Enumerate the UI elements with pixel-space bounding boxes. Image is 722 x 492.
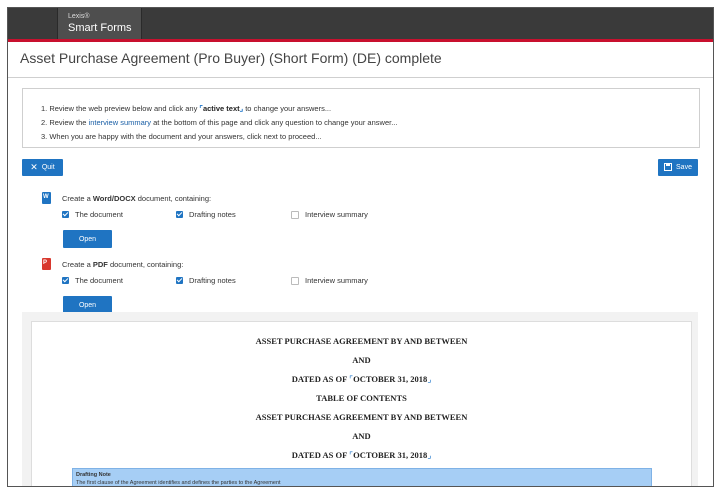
pdf-option-document[interactable]: The document bbox=[62, 276, 123, 285]
instruction-line-3: 3. When you are happy with the document … bbox=[41, 132, 322, 141]
quit-button[interactable]: ✕ Quit bbox=[22, 159, 63, 176]
option-label: Drafting notes bbox=[189, 276, 236, 285]
word-option-drafting-notes[interactable]: Drafting notes bbox=[176, 210, 236, 219]
title-divider bbox=[8, 77, 713, 78]
checkbox-checked[interactable] bbox=[176, 277, 183, 284]
preview-and: AND bbox=[352, 431, 371, 441]
active-text-example: active text bbox=[202, 104, 240, 113]
word-open-button[interactable]: Open bbox=[63, 230, 112, 248]
close-icon: ✕ bbox=[30, 162, 38, 172]
brand-logo[interactable]: Lexis® Smart Forms bbox=[57, 8, 142, 39]
preview-dated-line: DATED AS OF ⌜OCTOBER 31, 2018⌟ bbox=[32, 450, 691, 461]
active-text-end-marker: ⌟ bbox=[427, 374, 432, 384]
checkbox-unchecked[interactable] bbox=[291, 276, 299, 285]
instruction-text: at the bottom of this page and click any… bbox=[151, 118, 398, 127]
pdf-option-interview-summary[interactable]: Interview summary bbox=[291, 276, 368, 285]
pdf-export-section: P Create a PDF document, containing: The… bbox=[38, 258, 458, 318]
top-bar: Lexis® Smart Forms bbox=[8, 8, 713, 42]
document-preview: ASSET PURCHASE AGREEMENT BY AND BETWEEN … bbox=[31, 321, 692, 486]
instructions-panel: 1. Review the web preview below and clic… bbox=[22, 88, 700, 148]
drafting-note-heading: Drafting Note bbox=[76, 472, 111, 478]
save-label: Save bbox=[676, 164, 692, 171]
option-label: The document bbox=[75, 276, 123, 285]
option-label: Drafting notes bbox=[189, 210, 236, 219]
checkbox-checked[interactable] bbox=[176, 211, 183, 218]
pdf-create-text: Create a PDF document, containing: bbox=[62, 260, 183, 269]
instruction-text: to change your answers... bbox=[243, 104, 332, 113]
checkbox-unchecked[interactable] bbox=[291, 210, 299, 219]
interview-summary-link[interactable]: interview summary bbox=[89, 118, 152, 127]
instruction-text: 1. Review the web preview below and clic… bbox=[41, 104, 200, 113]
quit-label: Quit bbox=[41, 164, 55, 171]
checkbox-checked[interactable] bbox=[62, 277, 69, 284]
instruction-line-2: 2. Review the interview summary at the b… bbox=[41, 118, 397, 127]
preview-toc-heading: TABLE OF CONTENTS bbox=[316, 393, 407, 403]
create-text: document, containing: bbox=[135, 194, 212, 203]
preview-heading: ASSET PURCHASE AGREEMENT BY AND BETWEEN bbox=[255, 412, 468, 422]
app-window: Lexis® Smart Forms Asset Purchase Agreem… bbox=[7, 7, 714, 487]
option-label: The document bbox=[75, 210, 123, 219]
preview-heading: ASSET PURCHASE AGREEMENT BY AND BETWEEN bbox=[255, 336, 468, 346]
page-title: Asset Purchase Agreement (Pro Buyer) (Sh… bbox=[20, 50, 442, 66]
checkbox-checked[interactable] bbox=[62, 211, 69, 218]
word-format-label: Word/DOCX bbox=[92, 194, 136, 203]
preview-and: AND bbox=[352, 355, 371, 365]
word-option-document[interactable]: The document bbox=[62, 210, 123, 219]
create-text: Create a bbox=[62, 260, 93, 269]
dated-text: DATED AS OF bbox=[291, 374, 350, 384]
floppy-disk-icon bbox=[664, 162, 673, 173]
brand-name: Smart Forms bbox=[68, 22, 132, 34]
word-option-interview-summary[interactable]: Interview summary bbox=[291, 210, 368, 219]
preview-dated-line: DATED AS OF ⌜OCTOBER 31, 2018⌟ bbox=[32, 374, 691, 385]
option-label: Interview summary bbox=[305, 210, 368, 219]
save-button[interactable]: Save bbox=[658, 159, 698, 176]
brand-small-text: Lexis® bbox=[68, 13, 90, 20]
word-create-text: Create a Word/DOCX document, containing: bbox=[62, 194, 211, 203]
option-label: Interview summary bbox=[305, 276, 368, 285]
word-file-icon: W bbox=[42, 192, 51, 204]
active-date-text[interactable]: OCTOBER 31, 2018 bbox=[353, 374, 427, 384]
instruction-line-1: 1. Review the web preview below and clic… bbox=[41, 104, 331, 113]
create-text: document, containing: bbox=[107, 260, 184, 269]
pdf-format-label: PDF bbox=[92, 260, 108, 269]
create-text: Create a bbox=[62, 194, 93, 203]
word-export-section: W Create a Word/DOCX document, containin… bbox=[38, 192, 458, 252]
dated-text: DATED AS OF bbox=[291, 450, 350, 460]
active-date-text[interactable]: OCTOBER 31, 2018 bbox=[353, 450, 427, 460]
drafting-note-body: The first clause of the Agreement identi… bbox=[76, 480, 281, 486]
active-text-end-marker: ⌟ bbox=[427, 450, 432, 460]
instruction-text: 2. Review the bbox=[41, 118, 89, 127]
drafting-note: Drafting Note The first clause of the Ag… bbox=[72, 468, 652, 486]
pdf-option-drafting-notes[interactable]: Drafting notes bbox=[176, 276, 236, 285]
pdf-file-icon: P bbox=[42, 258, 51, 270]
